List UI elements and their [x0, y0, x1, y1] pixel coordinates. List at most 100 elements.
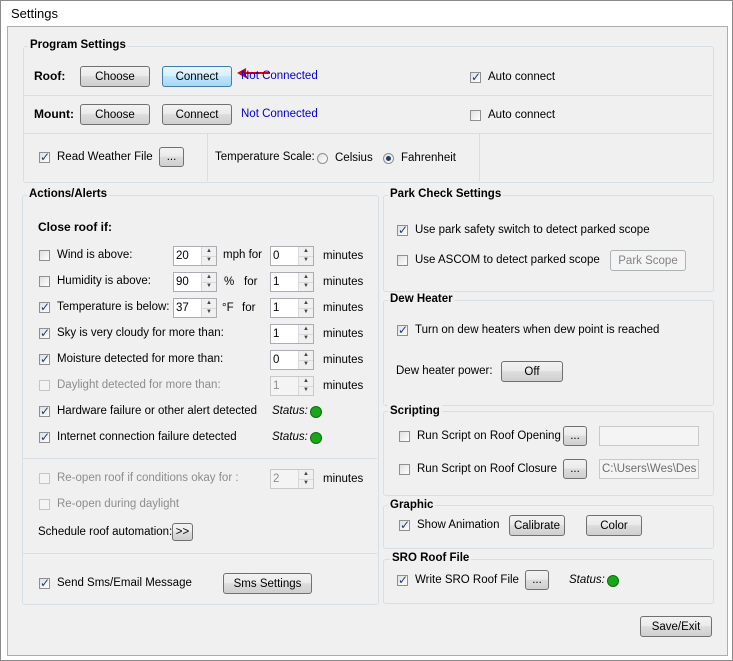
spin-down-icon[interactable]: ▼	[299, 334, 313, 343]
wind-speed-spinner[interactable]: 20 ▲ ▼	[173, 246, 217, 266]
divider	[23, 133, 712, 134]
celsius-radio[interactable]	[317, 153, 328, 164]
reopen-minutes-value: 2	[273, 473, 280, 485]
roof-connect-button[interactable]: Connect	[162, 66, 232, 87]
fahrenheit-radio[interactable]	[383, 153, 394, 164]
spin-down-icon[interactable]: ▼	[202, 256, 216, 265]
spin-down-icon[interactable]: ▼	[202, 282, 216, 291]
fahrenheit-label: Fahrenheit	[401, 152, 456, 164]
internet-failure-label: Internet connection failure detected	[57, 431, 237, 443]
internet-failure-checkbox[interactable]	[39, 430, 50, 444]
roof-connection-status: Not Connected	[241, 70, 318, 82]
reopen-daylight-checkbox[interactable]	[39, 499, 50, 510]
wind-minutes-label: minutes	[323, 250, 364, 262]
park-check-group	[383, 195, 714, 292]
temperature-spinner[interactable]: 37 ▲ ▼	[173, 298, 217, 318]
spin-down-icon[interactable]: ▼	[299, 360, 313, 369]
temperature-minutes-value: 1	[273, 302, 280, 314]
humidity-checkbox[interactable]	[39, 276, 50, 287]
celsius-label: Celsius	[335, 152, 373, 164]
mount-connection-status: Not Connected	[241, 108, 318, 120]
mount-auto-connect-checkbox[interactable]	[470, 110, 481, 121]
divider	[23, 95, 712, 96]
cloudy-minutes-label: minutes	[323, 328, 364, 340]
reopen-minutes-label: minutes	[323, 473, 364, 485]
daylight-checkbox[interactable]	[39, 380, 50, 391]
color-button[interactable]: Color	[586, 515, 642, 536]
send-sms-checkbox[interactable]	[39, 576, 50, 590]
script-closure-checkbox[interactable]	[399, 464, 410, 475]
sms-settings-button[interactable]: Sms Settings	[223, 573, 312, 594]
spin-down-icon[interactable]: ▼	[299, 308, 313, 317]
temperature-value: 37	[176, 302, 189, 314]
park-check-title: Park Check Settings	[388, 188, 504, 200]
show-animation-checkbox[interactable]	[399, 518, 410, 532]
wind-label: Wind is above:	[57, 249, 133, 261]
hardware-failure-checkbox[interactable]	[39, 404, 50, 418]
daylight-minutes-label: minutes	[323, 380, 364, 392]
schedule-button[interactable]: >>	[172, 523, 193, 541]
wind-unit-label: mph for	[223, 249, 262, 261]
scripting-group	[383, 411, 714, 496]
humidity-spinner[interactable]: 90 ▲ ▼	[173, 272, 217, 292]
mount-choose-button[interactable]: Choose	[80, 104, 150, 125]
read-weather-file-label: Read Weather File	[57, 151, 153, 163]
park-safety-switch-checkbox[interactable]	[397, 223, 408, 237]
dew-auto-checkbox[interactable]	[397, 323, 408, 337]
hardware-status-indicator	[310, 406, 322, 418]
spin-down-icon[interactable]: ▼	[299, 282, 313, 291]
moisture-checkbox[interactable]	[39, 352, 50, 366]
temperature-minutes-label: minutes	[323, 302, 364, 314]
save-exit-button[interactable]: Save/Exit	[640, 616, 712, 637]
write-sro-checkbox[interactable]	[397, 573, 408, 587]
calibrate-button[interactable]: Calibrate	[509, 515, 565, 536]
dew-heater-group	[383, 300, 714, 406]
spin-down-icon[interactable]: ▼	[299, 386, 313, 395]
script-closure-label: Run Script on Roof Closure	[417, 463, 557, 475]
spin-down-icon[interactable]: ▼	[202, 308, 216, 317]
hardware-failure-label: Hardware failure or other alert detected	[57, 405, 258, 417]
wind-speed-value: 20	[176, 250, 189, 262]
ascom-park-checkbox[interactable]	[397, 255, 408, 266]
spin-down-icon[interactable]: ▼	[299, 479, 313, 488]
script-opening-path-field[interactable]	[599, 426, 699, 446]
divider	[207, 133, 208, 181]
divider	[22, 553, 377, 554]
moisture-minutes-spinner[interactable]: 0 ▲ ▼	[270, 350, 314, 370]
internet-status-label: Status:	[272, 431, 308, 443]
sro-roof-file-title: SRO Roof File	[390, 552, 472, 564]
dew-power-button[interactable]: Off	[501, 361, 563, 382]
write-sro-label: Write SRO Roof File	[415, 574, 519, 586]
reopen-checkbox[interactable]	[39, 473, 50, 484]
settings-client-area: Program Settings Roof: Choose Connect No…	[7, 26, 728, 656]
scripting-title: Scripting	[388, 405, 442, 417]
temperature-checkbox[interactable]	[39, 300, 50, 314]
read-weather-file-checkbox[interactable]	[39, 150, 50, 164]
mount-connect-button[interactable]: Connect	[162, 104, 232, 125]
sro-browse-button[interactable]: ...	[525, 570, 549, 590]
reopen-minutes-spinner[interactable]: 2 ▲ ▼	[270, 469, 314, 489]
park-scope-button[interactable]: Park Scope	[610, 250, 686, 271]
temperature-minutes-spinner[interactable]: 1 ▲ ▼	[270, 298, 314, 318]
roof-choose-button[interactable]: Choose	[80, 66, 150, 87]
divider	[479, 133, 480, 181]
script-closure-path-field[interactable]: C:\Users\Wes\Des	[599, 459, 699, 479]
script-opening-browse-button[interactable]: ...	[563, 426, 587, 446]
wind-checkbox[interactable]	[39, 250, 50, 261]
script-closure-browse-button[interactable]: ...	[563, 459, 587, 479]
spin-down-icon[interactable]: ▼	[299, 256, 313, 265]
graphic-title: Graphic	[388, 499, 436, 511]
cloudy-checkbox[interactable]	[39, 326, 50, 340]
script-opening-checkbox[interactable]	[399, 431, 410, 442]
cloudy-minutes-spinner[interactable]: 1 ▲ ▼	[270, 324, 314, 344]
sro-status-indicator	[607, 575, 619, 587]
ascom-park-label: Use ASCOM to detect parked scope	[415, 254, 600, 266]
dew-auto-label: Turn on dew heaters when dew point is re…	[415, 324, 660, 336]
weather-file-browse-button[interactable]: ...	[159, 147, 184, 167]
dew-heater-title: Dew Heater	[388, 293, 455, 305]
daylight-minutes-spinner[interactable]: 1 ▲ ▼	[270, 376, 314, 396]
humidity-minutes-spinner[interactable]: 1 ▲ ▼	[270, 272, 314, 292]
show-animation-label: Show Animation	[417, 519, 500, 531]
roof-auto-connect-checkbox[interactable]	[470, 70, 481, 84]
wind-minutes-spinner[interactable]: 0 ▲ ▼	[270, 246, 314, 266]
